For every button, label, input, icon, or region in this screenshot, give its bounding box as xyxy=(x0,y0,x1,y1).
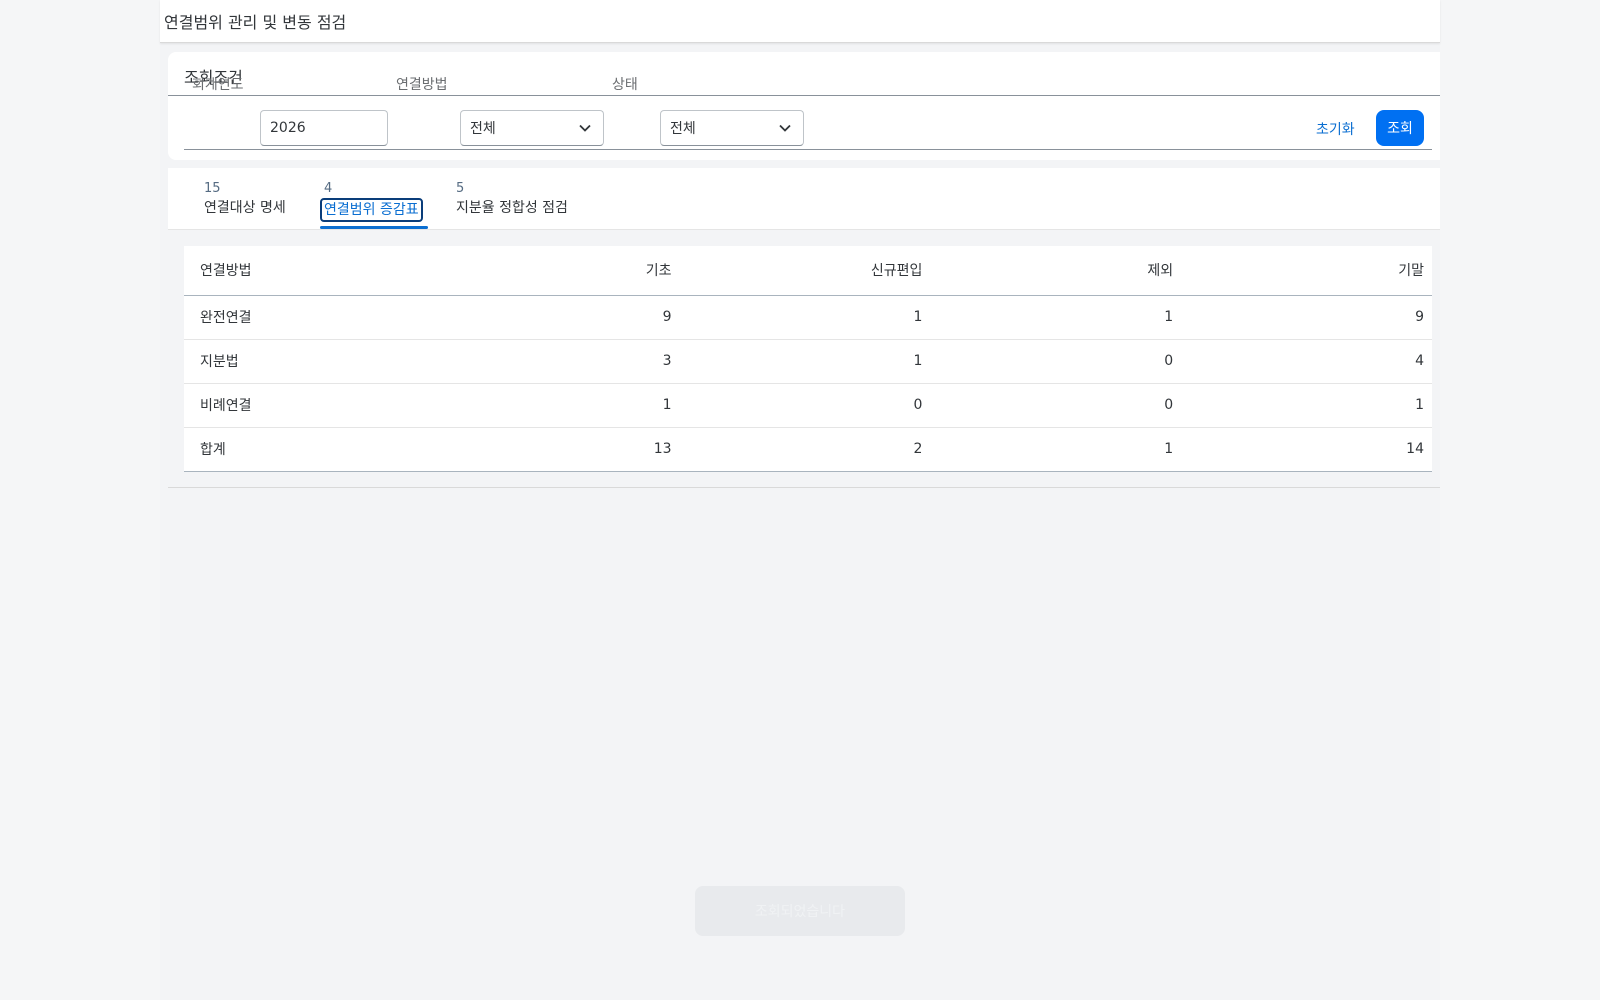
method-select[interactable]: 전체 xyxy=(460,110,604,146)
table-row[interactable]: 비례연결 1 0 0 1 xyxy=(184,383,1432,428)
table-cell: 지분법 xyxy=(184,339,495,384)
tab-count: 4 xyxy=(324,181,333,196)
table-cell: 3 xyxy=(494,339,680,384)
page-title: 연결범위 관리 및 변동 점검 xyxy=(164,13,347,32)
page-header: 연결범위 관리 및 변동 점검 xyxy=(160,0,1440,43)
method-label: 연결방법 xyxy=(396,77,448,93)
status-label: 상태 xyxy=(612,77,638,93)
table-cell: 0 xyxy=(930,339,1182,384)
column-header[interactable]: 기초 xyxy=(494,246,680,296)
table-cell: 1 xyxy=(930,427,1182,472)
status-select[interactable]: 전체 xyxy=(660,110,804,146)
search-button[interactable]: 조회 xyxy=(1376,110,1424,146)
table-container: 연결방법 기초 신규편입 제외 기말 완전연결 9 1 1 9 지분법 3 1 … xyxy=(168,238,1440,488)
year-input-value: 2026 xyxy=(270,120,306,136)
tab-scope-changes[interactable]: 4 연결범위 증감표 xyxy=(320,181,428,229)
tab-ownership-check[interactable]: 5 지분율 정합성 점검 xyxy=(456,182,568,218)
table-cell: 비례연결 xyxy=(184,383,495,428)
table-cell: 13 xyxy=(494,427,680,472)
table-cell: 1 xyxy=(679,295,931,340)
tab-entity-list[interactable]: 15 연결대상 명세 xyxy=(204,182,286,218)
table-cell: 0 xyxy=(930,383,1182,428)
column-header[interactable]: 신규편입 xyxy=(679,246,931,296)
tab-count: 5 xyxy=(456,181,465,196)
table-cell: 완전연결 xyxy=(184,295,495,340)
table-cell: 9 xyxy=(494,295,680,340)
toast-message: 조회되었습니다 xyxy=(695,886,905,936)
table-cell: 4 xyxy=(1181,339,1432,384)
reset-button[interactable]: 초기화 xyxy=(1316,119,1355,139)
active-tab-indicator xyxy=(320,226,428,229)
app-shell: 연결범위 관리 및 변동 점검 조회조건 xyxy=(160,0,1440,1000)
chevron-down-icon xyxy=(779,124,791,132)
tab-label: 연결범위 증감표 xyxy=(320,198,423,222)
tab-label: 연결대상 명세 xyxy=(204,200,286,216)
chevron-down-icon xyxy=(579,124,591,132)
table-cell: 0 xyxy=(679,383,931,428)
tab-label: 지분율 정합성 점검 xyxy=(456,200,568,216)
method-select-value: 전체 xyxy=(470,121,496,137)
table-row[interactable]: 완전연결 9 1 1 9 xyxy=(184,295,1432,340)
tab-count: 15 xyxy=(204,181,221,196)
table-header-row: 연결방법 기초 신규편입 제외 기말 xyxy=(184,246,1432,296)
table-cell: 14 xyxy=(1181,427,1432,472)
table-cell: 1 xyxy=(494,383,680,428)
table-row[interactable]: 지분법 3 1 0 4 xyxy=(184,339,1432,384)
table-cell: 1 xyxy=(679,339,931,384)
divider xyxy=(184,149,1432,150)
column-header[interactable]: 연결방법 xyxy=(184,246,495,296)
tab-bar: 15 연결대상 명세 4 연결범위 증감표 5 지분율 정합성 점검 xyxy=(168,168,1440,230)
year-input[interactable]: 2026 xyxy=(260,110,388,146)
table-total-row[interactable]: 합계 13 2 1 14 xyxy=(184,427,1432,472)
table-cell: 2 xyxy=(679,427,931,472)
year-label: 회계연도 xyxy=(192,77,244,93)
table-cell: 합계 xyxy=(184,427,495,472)
table-cell: 9 xyxy=(1181,295,1432,340)
column-header[interactable]: 제외 xyxy=(930,246,1182,296)
divider xyxy=(168,95,1440,96)
table-cell: 1 xyxy=(1181,383,1432,428)
scope-change-table: 연결방법 기초 신규편입 제외 기말 완전연결 9 1 1 9 지분법 3 1 … xyxy=(184,246,1432,472)
table-cell: 1 xyxy=(930,295,1182,340)
column-header[interactable]: 기말 xyxy=(1181,246,1432,296)
status-select-value: 전체 xyxy=(670,121,696,137)
